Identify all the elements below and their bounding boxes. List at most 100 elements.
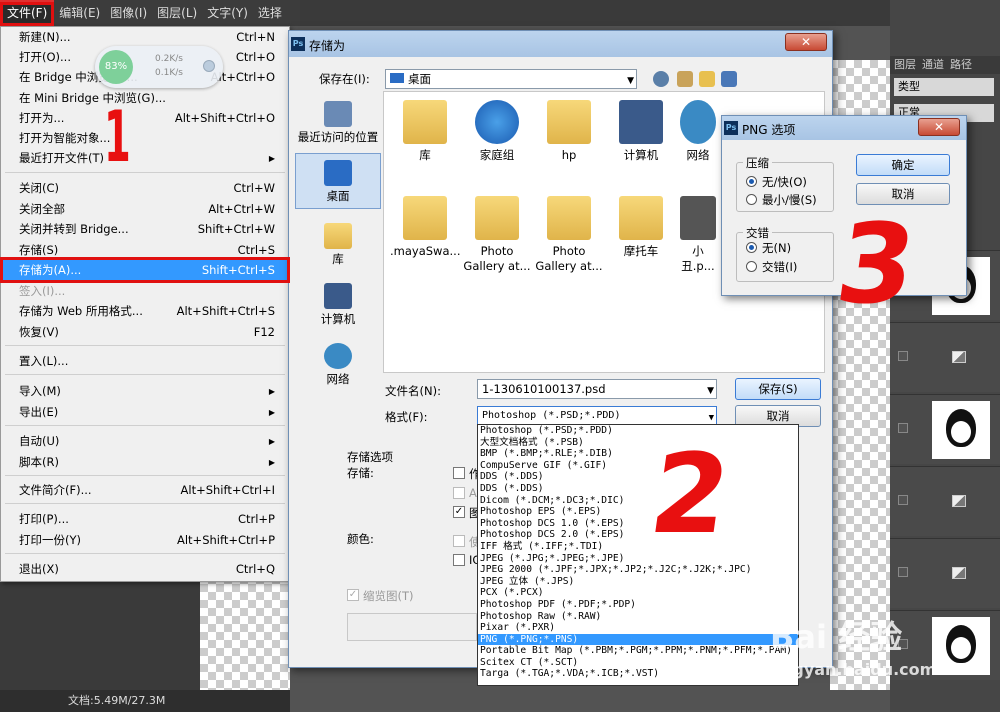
file-item[interactable]: 计算机 xyxy=(606,100,676,163)
layer-row[interactable] xyxy=(890,466,1000,536)
menu-edit[interactable]: 编辑(E) xyxy=(54,0,105,26)
menu-image[interactable]: 图像(I) xyxy=(105,0,152,26)
tab-layers[interactable]: 图层 xyxy=(894,56,916,74)
visibility-icon[interactable] xyxy=(898,567,908,577)
place-recent[interactable]: 最近访问的位置 xyxy=(295,95,381,151)
compression-smallest-radio[interactable] xyxy=(746,194,757,205)
place-network[interactable]: 网络 xyxy=(295,337,381,393)
file-item[interactable]: 摩托车 xyxy=(606,196,676,259)
file-item[interactable]: 小丑.p... xyxy=(678,196,718,274)
folder-icon xyxy=(475,196,519,240)
menu-item-new[interactable]: 新建(N)... Ctrl+N xyxy=(1,27,289,47)
format-option[interactable]: JPEG (*.JPG;*.JPEG;*.JPE) xyxy=(478,553,798,565)
file-item[interactable]: Photo Gallery at... xyxy=(534,196,604,274)
format-option[interactable]: JPEG 2000 (*.JPF;*.JPX;*.JP2;*.J2C;*.J2K… xyxy=(478,564,798,576)
filename-input[interactable]: 1-130610100137.psd ▼ xyxy=(477,379,717,399)
file-item[interactable]: 网络 xyxy=(678,100,718,163)
back-icon[interactable] xyxy=(653,71,669,87)
network-speed-widget[interactable]: 83% 0.2K/s 0.1K/s xyxy=(95,46,223,88)
save-label: 存储: xyxy=(347,466,374,480)
menu-item-save-for-web[interactable]: 存储为 Web 所用格式... Alt+Shift+Ctrl+S xyxy=(1,301,289,321)
menu-item-recent-files[interactable]: 最近打开文件(T) ▶ xyxy=(1,148,289,168)
menu-item-browse-mini-bridge[interactable]: 在 Mini Bridge 中浏览(G)... xyxy=(1,88,289,108)
menu-item-print-one[interactable]: 打印一份(Y) Alt+Shift+Ctrl+P xyxy=(1,530,289,550)
place-libraries[interactable]: 库 xyxy=(295,217,381,273)
menu-layer[interactable]: 图层(L) xyxy=(152,0,202,26)
format-option[interactable]: Portable Bit Map (*.PBM;*.PGM;*.PPM;*.PN… xyxy=(478,645,798,657)
menu-item-close[interactable]: 关闭(C) Ctrl+W xyxy=(1,178,289,198)
tab-paths[interactable]: 路径 xyxy=(950,56,972,74)
view-menu-icon[interactable] xyxy=(721,71,737,87)
menu-item-automate[interactable]: 自动(U) ▶ xyxy=(1,431,289,451)
menu-item-close-all[interactable]: 关闭全部 Alt+Ctrl+W xyxy=(1,199,289,219)
place-computer[interactable]: 计算机 xyxy=(295,277,381,333)
format-option[interactable]: Pixar (*.PXR) xyxy=(478,622,798,634)
menu-item-revert[interactable]: 恢复(V) F12 xyxy=(1,322,289,342)
close-icon[interactable]: ✕ xyxy=(918,118,960,136)
visibility-icon[interactable] xyxy=(898,495,908,505)
format-option[interactable]: Dicom (*.DCM;*.DC3;*.DIC) xyxy=(478,495,798,507)
compression-none-radio[interactable] xyxy=(746,176,757,187)
ok-button[interactable]: 确定 xyxy=(856,154,950,176)
adjustment-icon xyxy=(952,351,966,363)
format-option[interactable]: DDS (*.DDS) xyxy=(478,483,798,495)
visibility-icon[interactable] xyxy=(898,351,908,361)
format-option[interactable]: JPEG 立体 (*.JPS) xyxy=(478,576,798,588)
visibility-icon[interactable] xyxy=(898,423,908,433)
interlace-none-radio[interactable] xyxy=(746,242,757,253)
format-option[interactable]: IFF 格式 (*.IFF;*.TDI) xyxy=(478,541,798,553)
menu-item-import[interactable]: 导入(M) ▶ xyxy=(1,381,289,401)
menu-item-print[interactable]: 打印(P)... Ctrl+P xyxy=(1,509,289,529)
menu-item-close-go-bridge[interactable]: 关闭并转到 Bridge... Shift+Ctrl+W xyxy=(1,219,289,239)
format-option[interactable]: PCX (*.PCX) xyxy=(478,587,798,599)
menu-item-open-smart-object[interactable]: 打开为智能对象... xyxy=(1,128,289,148)
close-icon[interactable]: ✕ xyxy=(785,33,827,51)
layers-checkbox[interactable]: ✓ xyxy=(453,506,465,518)
save-in-select[interactable]: 桌面 ▼ xyxy=(385,69,637,89)
menu-item-export[interactable]: 导出(E) ▶ xyxy=(1,402,289,422)
format-option-png[interactable]: PNG (*.PNG;*.PNS) xyxy=(478,633,798,646)
format-option[interactable]: Photoshop PDF (*.PDF;*.PDP) xyxy=(478,599,798,611)
layer-row[interactable] xyxy=(890,322,1000,392)
menu-item-exit[interactable]: 退出(X) Ctrl+Q xyxy=(1,559,289,579)
workspace-background xyxy=(0,580,200,690)
format-select[interactable]: Photoshop (*.PSD;*.PDD) ▼ xyxy=(477,406,717,426)
menu-select[interactable]: 选择 xyxy=(253,0,287,26)
menu-type[interactable]: 文字(Y) xyxy=(202,0,253,26)
layer-row[interactable] xyxy=(890,394,1000,464)
layer-row[interactable] xyxy=(890,538,1000,608)
as-copy-checkbox[interactable] xyxy=(453,467,465,479)
format-option[interactable]: Photoshop DCS 2.0 (*.EPS) xyxy=(478,529,798,541)
file-item[interactable]: .mayaSwa... xyxy=(390,196,460,259)
menu-item-scripts[interactable]: 脚本(R) ▶ xyxy=(1,452,289,472)
format-option[interactable]: DDS (*.DDS) xyxy=(478,471,798,483)
submenu-arrow-icon: ▶ xyxy=(268,407,275,417)
format-option[interactable]: Photoshop EPS (*.EPS) xyxy=(478,506,798,518)
new-folder-icon[interactable] xyxy=(699,71,715,87)
interlace-on-radio[interactable] xyxy=(746,261,757,272)
file-item[interactable]: Photo Gallery at... xyxy=(462,196,532,274)
folder-icon xyxy=(547,196,591,240)
format-option[interactable]: Photoshop (*.PSD;*.PDD) xyxy=(478,425,798,437)
format-option[interactable]: 大型文档格式 (*.PSB) xyxy=(478,437,798,449)
icc-checkbox[interactable] xyxy=(453,554,465,566)
place-desktop[interactable]: 桌面 xyxy=(295,153,381,209)
file-item[interactable]: 家庭组 xyxy=(462,100,532,163)
layer-filter-select[interactable]: 类型 xyxy=(894,78,994,96)
file-item[interactable]: 库 xyxy=(390,100,460,163)
format-option[interactable]: BMP (*.BMP;*.RLE;*.DIB) xyxy=(478,448,798,460)
menu-item-open-as[interactable]: 打开为... Alt+Shift+Ctrl+O xyxy=(1,108,289,128)
up-folder-icon[interactable] xyxy=(677,71,693,87)
file-item[interactable]: hp xyxy=(534,100,604,163)
proof-checkbox xyxy=(453,535,465,547)
menu-item-place[interactable]: 置入(L)... xyxy=(1,351,289,371)
tab-channels[interactable]: 通道 xyxy=(922,56,944,74)
color-label: 颜色: xyxy=(347,532,374,546)
save-button[interactable]: 保存(S) xyxy=(735,378,821,400)
format-option[interactable]: Targa (*.TGA;*.VDA;*.ICB;*.VST) xyxy=(478,668,798,680)
format-option[interactable]: CompuServe GIF (*.GIF) xyxy=(478,460,798,472)
format-option[interactable]: Scitex CT (*.SCT) xyxy=(478,657,798,669)
format-option[interactable]: Photoshop Raw (*.RAW) xyxy=(478,611,798,623)
format-option[interactable]: Photoshop DCS 1.0 (*.EPS) xyxy=(478,518,798,530)
menu-item-file-info[interactable]: 文件简介(F)... Alt+Shift+Ctrl+I xyxy=(1,480,289,500)
